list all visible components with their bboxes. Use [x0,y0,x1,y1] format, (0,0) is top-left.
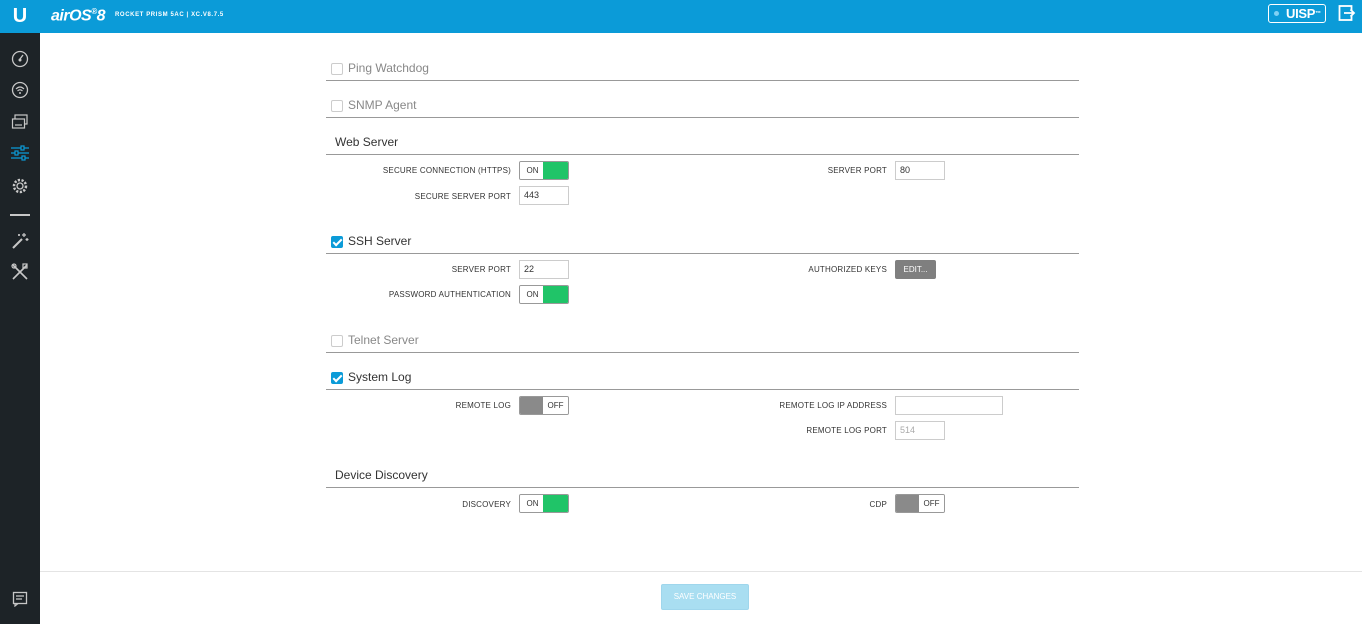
authorized-keys-label: AUTHORIZED KEYS [808,265,887,274]
uisp-button[interactable]: UISP ™ [1268,4,1326,23]
dashboard-icon[interactable] [10,49,30,69]
tools-icon[interactable] [10,231,30,251]
system-log-section: System Log [326,362,1079,390]
secure-connection-label: SECURE CONNECTION (HTTPS) [382,166,511,175]
secure-connection-toggle[interactable]: ON [519,161,569,180]
system-log-checkbox[interactable] [331,372,343,384]
remote-log-ip-label: REMOTE LOG IP ADDRESS [779,401,887,410]
utilities-icon[interactable] [10,262,30,282]
cdp-toggle[interactable]: OFF [895,494,945,513]
remote-log-port-label: REMOTE LOG PORT [806,426,887,435]
save-changes-button[interactable]: SAVE CHANGES [661,584,749,610]
ssh-server-port-input[interactable]: 22 [519,260,569,279]
wireless-icon[interactable] [10,80,30,100]
snmp-agent-section: SNMP Agent [326,90,1079,118]
ping-watchdog-section: Ping Watchdog [326,53,1079,81]
web-server-port-input[interactable]: 80 [895,161,945,180]
password-auth-label: PASSWORD AUTHENTICATION [388,290,511,299]
ssh-server-checkbox[interactable] [331,236,343,248]
secure-server-port-label: SECURE SERVER PORT [414,192,511,201]
sidebar-divider [10,214,30,216]
edit-authorized-keys-button[interactable]: EDIT... [895,260,936,279]
log-icon[interactable] [10,589,30,609]
secure-server-port-input[interactable]: 443 [519,186,569,205]
device-info: ROCKET PRISM 5AC | XC.V8.7.5 [115,12,224,18]
remote-log-ip-input[interactable] [895,396,1003,415]
airos-brand: airOS®8 [51,7,106,25]
telnet-server-section: Telnet Server [326,325,1079,353]
remote-log-label: REMOTE LOG [455,401,511,410]
ping-watchdog-checkbox[interactable] [331,63,343,75]
discovery-toggle[interactable]: ON [519,494,569,513]
web-server-section: Web Server [326,127,1079,155]
services-icon[interactable] [10,143,30,163]
device-discovery-section: Device Discovery [326,460,1079,488]
ssh-server-port-label: SERVER PORT [451,265,511,274]
cdp-label: CDP [869,500,887,509]
top-bar: U airOS®8 ROCKET PRISM 5AC | XC.V8.7.5 U… [0,0,1362,33]
status-dot-icon [1274,11,1279,16]
sidebar [0,33,40,624]
footer-bar: SAVE CHANGES [40,571,1362,624]
discovery-label: DISCOVERY [462,500,511,509]
telnet-server-checkbox[interactable] [331,335,343,347]
ubiquiti-logo[interactable]: U [0,0,40,33]
web-server-port-label: SERVER PORT [827,166,887,175]
remote-log-port-input[interactable]: 514 [895,421,945,440]
main-panel: Ping Watchdog SNMP Agent Web Server SECU… [40,33,1362,624]
logout-icon[interactable] [1338,4,1356,22]
snmp-agent-checkbox[interactable] [331,100,343,112]
remote-log-toggle[interactable]: OFF [519,396,569,415]
password-auth-toggle[interactable]: ON [519,285,569,304]
system-icon[interactable] [10,176,30,196]
network-icon[interactable] [10,112,30,132]
ssh-server-section: SSH Server [326,226,1079,254]
